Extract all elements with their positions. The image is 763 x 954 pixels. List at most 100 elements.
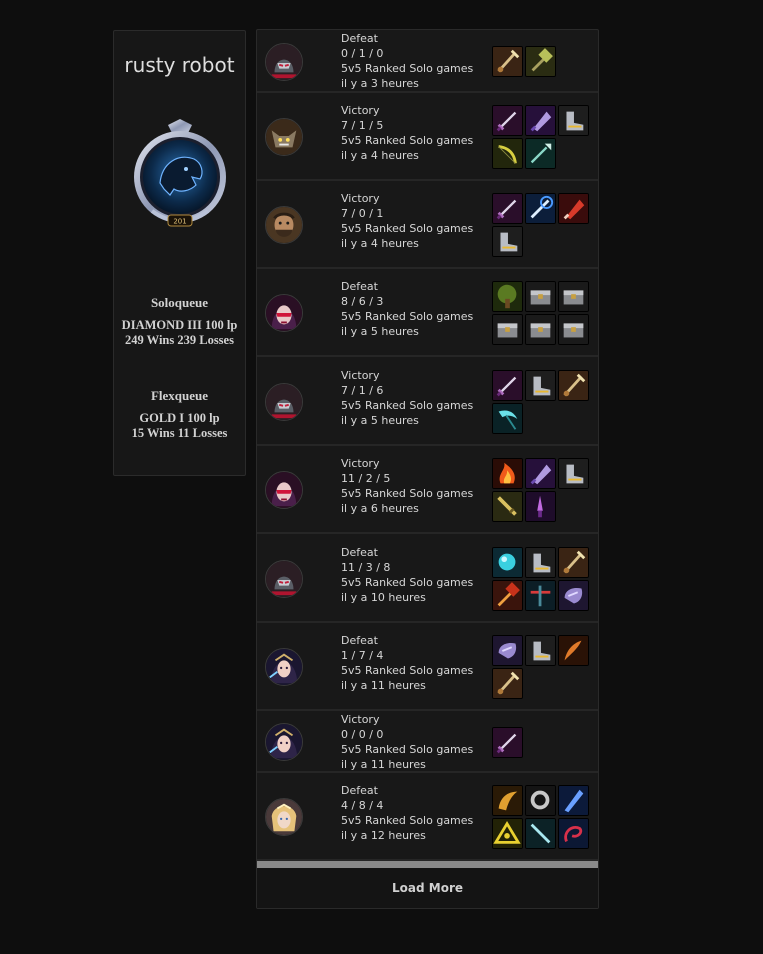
match-kda: 0 / 0 / 0 [341, 728, 384, 741]
blade-icon[interactable] [525, 193, 556, 224]
longsword-icon[interactable] [525, 818, 556, 849]
match-info: Victory 7 / 1 / 5 5v5 Ranked Solo games il … [341, 103, 473, 163]
shard-icon[interactable] [558, 785, 589, 816]
match-kda: 11 / 3 / 8 [341, 561, 391, 574]
champion-portrait [265, 560, 303, 598]
hammer-icon[interactable] [525, 46, 556, 77]
boots-icon[interactable] [525, 547, 556, 578]
crossbow-icon[interactable] [525, 580, 556, 611]
boots-icon[interactable] [525, 635, 556, 666]
item-build [492, 105, 594, 169]
match-time: il y a 5 heures [341, 325, 419, 338]
chest-icon[interactable] [558, 281, 589, 312]
dagger-icon[interactable] [525, 491, 556, 522]
chest-icon[interactable] [525, 281, 556, 312]
whip-icon[interactable] [558, 818, 589, 849]
champion-portrait [265, 118, 303, 156]
profile-level: 201 [173, 218, 186, 226]
boots-icon[interactable] [492, 226, 523, 257]
cleaver-red-icon[interactable] [558, 193, 589, 224]
match-time: il y a 6 heures [341, 502, 419, 515]
match-row[interactable]: Victory 7 / 1 / 5 5v5 Ranked Solo games il … [257, 93, 598, 181]
match-result: Defeat [341, 32, 378, 45]
match-row[interactable]: Defeat 8 / 6 / 3 5v5 Ranked Solo games il y… [257, 269, 598, 357]
flexqueue-rank: GOLD I 100 lp [139, 411, 220, 425]
champion-portrait [265, 471, 303, 509]
match-kda: 1 / 7 / 4 [341, 649, 384, 662]
match-kda: 4 / 8 / 4 [341, 799, 384, 812]
match-info: Defeat 0 / 1 / 0 5v5 Ranked Solo games il y… [341, 31, 473, 91]
cleaver-icon[interactable] [525, 458, 556, 489]
chest-icon[interactable] [492, 314, 523, 345]
hammer-red-icon[interactable] [492, 580, 523, 611]
spear-icon[interactable] [525, 138, 556, 169]
match-row[interactable]: Victory 11 / 2 / 5 5v5 Ranked Solo games il… [257, 446, 598, 534]
match-result: Defeat [341, 634, 378, 647]
match-time: il y a 3 heures [341, 77, 419, 90]
chest-icon[interactable] [525, 314, 556, 345]
item-build [492, 635, 594, 699]
match-info: Defeat 4 / 8 / 4 5v5 Ranked Solo games il y… [341, 783, 473, 843]
match-result: Victory [341, 104, 380, 117]
match-row[interactable]: Defeat 4 / 8 / 4 5v5 Ranked Solo games il y… [257, 773, 598, 861]
load-more-button[interactable]: Load More [257, 868, 598, 908]
match-queue: 5v5 Ranked Solo games [341, 743, 474, 756]
triangle-icon[interactable] [492, 818, 523, 849]
match-queue: 5v5 Ranked Solo games [341, 664, 474, 677]
match-info: Victory 7 / 0 / 1 5v5 Ranked Solo games il … [341, 191, 473, 251]
match-row[interactable]: Victory 7 / 1 / 6 5v5 Ranked Solo games il … [257, 357, 598, 446]
match-history: Defeat 0 / 1 / 0 5v5 Ranked Solo games il y… [256, 29, 599, 909]
match-result: Victory [341, 192, 380, 205]
summoner-name: rusty robot [124, 53, 235, 77]
rod-icon[interactable] [558, 547, 589, 578]
sword-icon[interactable] [492, 727, 523, 758]
fire-icon[interactable] [492, 458, 523, 489]
soloqueue-title: Soloqueue [150, 295, 209, 310]
match-row[interactable]: Defeat 11 / 3 / 8 5v5 Ranked Solo games il … [257, 534, 598, 623]
match-info: Victory 7 / 1 / 6 5v5 Ranked Solo games il … [341, 368, 473, 428]
match-kda: 7 / 1 / 5 [341, 119, 384, 132]
match-result: Victory [341, 457, 380, 470]
gauntlet-icon[interactable] [558, 580, 589, 611]
match-list: Defeat 0 / 1 / 0 5v5 Ranked Solo games il y… [257, 30, 598, 861]
sword-icon[interactable] [492, 193, 523, 224]
match-kda: 7 / 1 / 6 [341, 384, 384, 397]
boots-icon[interactable] [525, 370, 556, 401]
profile-icon: 201 [130, 119, 230, 239]
load-more-divider [257, 861, 598, 868]
bow-icon[interactable] [492, 138, 523, 169]
rod-icon[interactable] [492, 668, 523, 699]
boots-icon[interactable] [558, 458, 589, 489]
champion-portrait [265, 206, 303, 244]
match-time: il y a 10 heures [341, 591, 426, 604]
orb-icon[interactable] [492, 547, 523, 578]
tree-icon[interactable] [492, 281, 523, 312]
greatsword-icon[interactable] [492, 491, 523, 522]
gauntlet-icon[interactable] [492, 635, 523, 666]
boots-icon[interactable] [558, 105, 589, 136]
match-row[interactable]: Victory 0 / 0 / 0 5v5 Ranked Solo games il … [257, 711, 598, 773]
champion-portrait [265, 723, 303, 761]
match-kda: 7 / 0 / 1 [341, 207, 384, 220]
item-build [492, 370, 594, 434]
quill-icon[interactable] [558, 635, 589, 666]
cleaver-icon[interactable] [525, 105, 556, 136]
flexqueue-title: Flexqueue [150, 388, 209, 403]
rod-icon[interactable] [492, 46, 523, 77]
rod-icon[interactable] [558, 370, 589, 401]
profile-panel: rusty robot 201 Soloqueue DIAMOND III 10… [113, 30, 246, 476]
chest-icon[interactable] [558, 314, 589, 345]
match-row[interactable]: Defeat 1 / 7 / 4 5v5 Ranked Solo games il y… [257, 623, 598, 711]
item-build [492, 785, 594, 849]
sword-icon[interactable] [492, 370, 523, 401]
scythe-icon[interactable] [492, 403, 523, 434]
soloqueue-rank: DIAMOND III 100 lp [121, 318, 238, 332]
sword-icon[interactable] [492, 105, 523, 136]
match-row[interactable]: Defeat 0 / 1 / 0 5v5 Ranked Solo games il y… [257, 30, 598, 93]
match-info: Victory 0 / 0 / 0 5v5 Ranked Solo games il … [341, 712, 473, 772]
champion-portrait [265, 648, 303, 686]
ring-icon[interactable] [525, 785, 556, 816]
match-row[interactable]: Victory 7 / 0 / 1 5v5 Ranked Solo games il … [257, 181, 598, 269]
horn-icon[interactable] [492, 785, 523, 816]
match-time: il y a 4 heures [341, 149, 419, 162]
